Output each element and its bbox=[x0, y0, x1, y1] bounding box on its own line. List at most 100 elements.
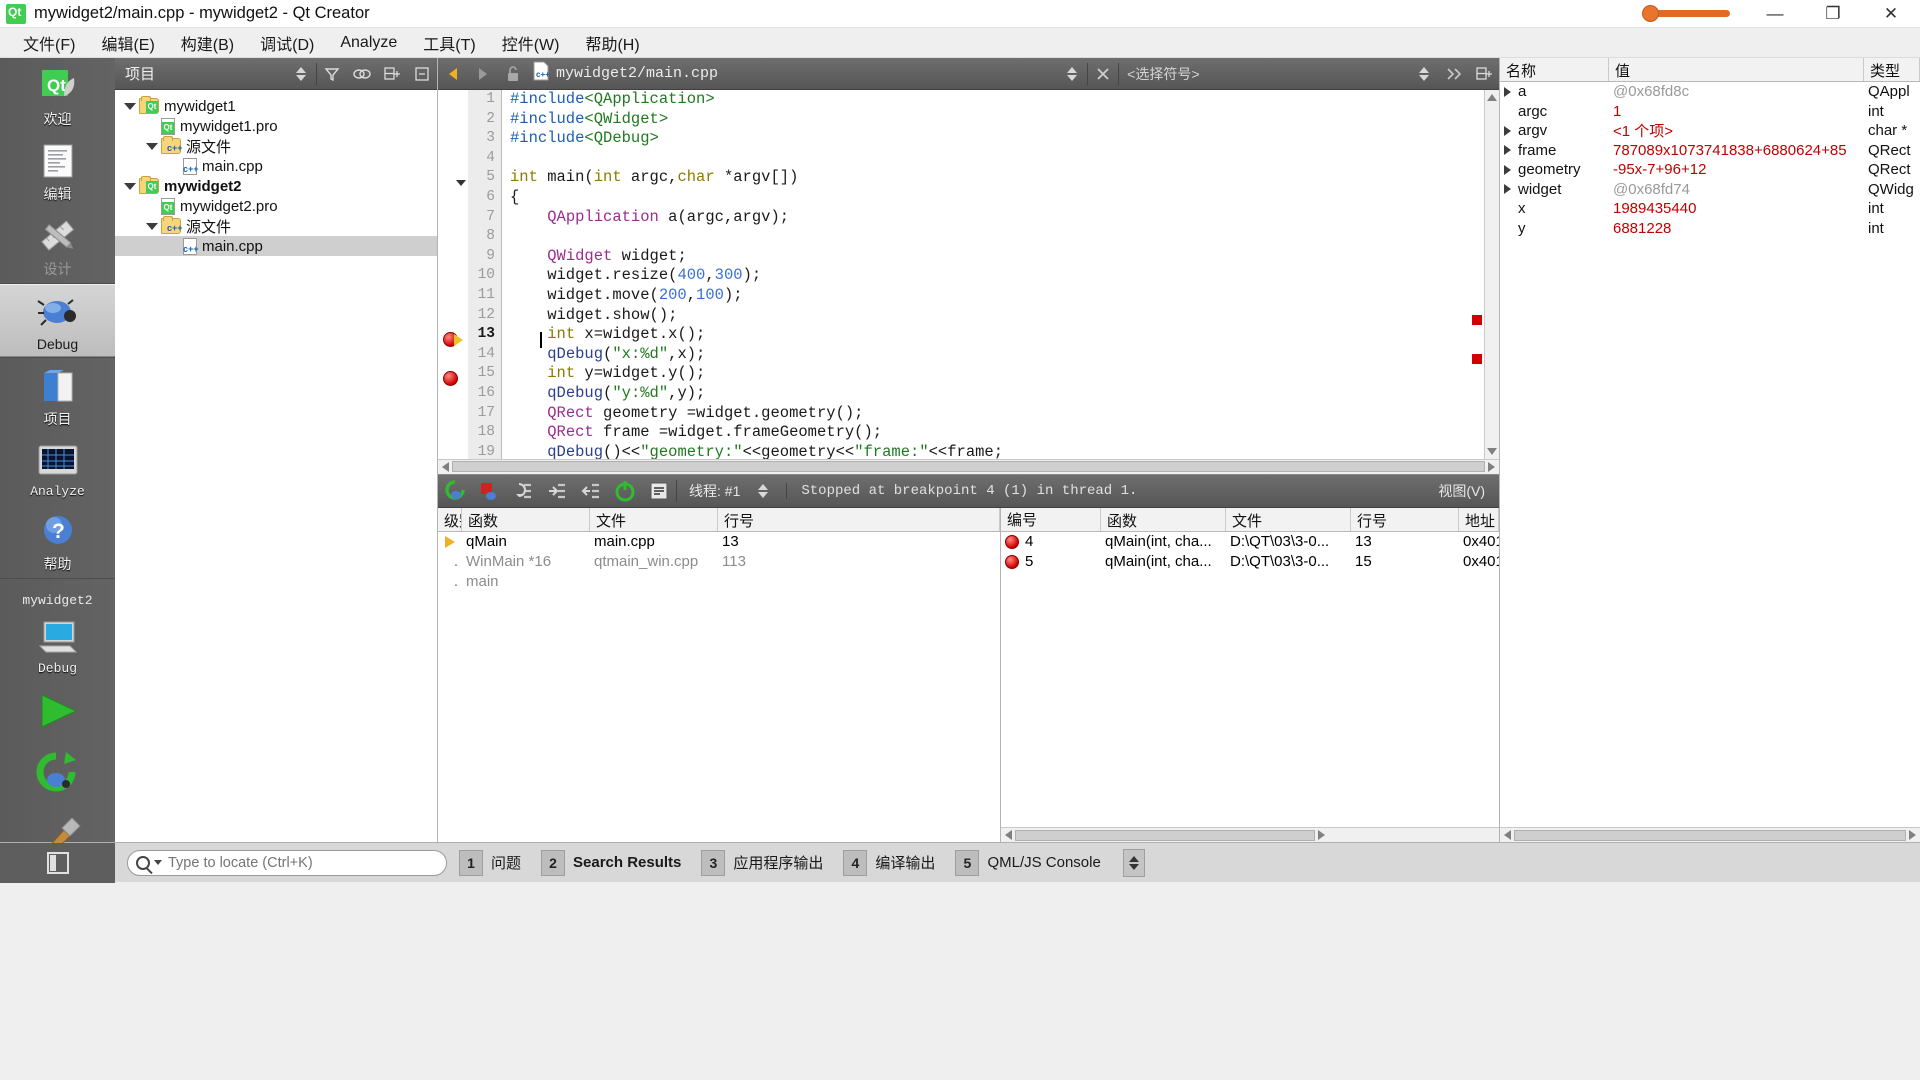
tree-item[interactable]: Qtmywidget1 bbox=[115, 96, 437, 116]
run-button[interactable] bbox=[0, 680, 115, 742]
toggle-sidebar-button[interactable] bbox=[0, 843, 115, 883]
breakpoint-margin[interactable] bbox=[438, 90, 468, 459]
code-line[interactable]: qDebug("y:%d",y); bbox=[510, 384, 1484, 404]
expand-caret-icon[interactable] bbox=[143, 223, 161, 230]
variable-rows[interactable]: a@0x68fd8cQApplargc1intargv<1 个项>char *f… bbox=[1500, 82, 1920, 238]
code-line[interactable]: int x=widget.x(); bbox=[510, 325, 1484, 345]
locator-widget[interactable] bbox=[127, 850, 447, 876]
hscroll-thumb[interactable] bbox=[452, 461, 1485, 472]
code-line[interactable]: widget.move(200,100); bbox=[510, 286, 1484, 306]
breakpoint-dot-icon[interactable] bbox=[1005, 555, 1019, 569]
code-line[interactable]: QApplication a(argc,argv); bbox=[510, 208, 1484, 228]
code-line[interactable]: widget.resize(400,300); bbox=[510, 266, 1484, 286]
bp-scroll-left-icon[interactable] bbox=[1005, 830, 1012, 840]
thread-combo-spinner-icon[interactable] bbox=[746, 474, 780, 508]
variables-hscrollbar[interactable] bbox=[1500, 827, 1920, 842]
back-navigation-icon[interactable] bbox=[438, 58, 468, 90]
var-hscroll-thumb[interactable] bbox=[1514, 830, 1906, 841]
stack-col-level[interactable]: 级别 bbox=[438, 508, 462, 531]
expand-triangle-icon[interactable] bbox=[1500, 165, 1514, 175]
code-line[interactable]: qDebug("x:%d",x); bbox=[510, 345, 1484, 365]
expand-triangle-icon[interactable] bbox=[1500, 126, 1514, 136]
expand-caret-icon[interactable] bbox=[121, 183, 139, 190]
menu-file[interactable]: 文件(F) bbox=[10, 28, 88, 58]
link-editor-icon[interactable] bbox=[347, 58, 377, 90]
expand-triangle-icon[interactable] bbox=[1500, 184, 1514, 194]
variable-row[interactable]: argc1int bbox=[1500, 102, 1920, 122]
tree-item[interactable]: c++main.cpp bbox=[115, 156, 437, 176]
scroll-right-arrow-icon[interactable] bbox=[1488, 462, 1495, 472]
breakpoint-dot-icon[interactable] bbox=[1005, 535, 1019, 549]
var-col-type[interactable]: 类型 bbox=[1864, 58, 1920, 81]
bp-scroll-right-icon[interactable] bbox=[1318, 830, 1325, 840]
step-out-icon[interactable] bbox=[574, 474, 608, 508]
code-line[interactable] bbox=[510, 149, 1484, 169]
symbol-combo-spinner-icon[interactable] bbox=[1409, 58, 1439, 90]
bp-col-line[interactable]: 行号 bbox=[1351, 508, 1459, 531]
tree-item[interactable]: Qtmywidget2 bbox=[115, 176, 437, 196]
split-editor-icon[interactable] bbox=[1469, 58, 1499, 90]
slider-knob[interactable] bbox=[1642, 5, 1659, 22]
close-document-icon[interactable] bbox=[1088, 58, 1118, 90]
symbol-combobox[interactable]: <选择符号> bbox=[1119, 58, 1409, 90]
mode-projects[interactable]: 项目 bbox=[0, 358, 115, 433]
project-tree[interactable]: Qtmywidget1Qtmywidget1.proc++源文件c++main.… bbox=[115, 90, 437, 842]
var-scroll-left-icon[interactable] bbox=[1504, 830, 1511, 840]
variable-row[interactable]: argv<1 个项>char * bbox=[1500, 121, 1920, 141]
bp-col-file[interactable]: 文件 bbox=[1226, 508, 1351, 531]
stop-icon[interactable] bbox=[472, 474, 506, 508]
var-col-value[interactable]: 值 bbox=[1609, 58, 1864, 81]
kit-selector[interactable]: Debug bbox=[0, 610, 115, 680]
code-line[interactable] bbox=[510, 227, 1484, 247]
code-line[interactable]: QWidget widget; bbox=[510, 247, 1484, 267]
mode-design[interactable]: 设计 bbox=[0, 208, 115, 283]
variable-row[interactable]: widget@0x68fd74QWidg bbox=[1500, 180, 1920, 200]
code-editor[interactable]: 1234567891011121314151617181920212223 #i… bbox=[438, 90, 1499, 459]
code-line[interactable]: widget.show(); bbox=[510, 306, 1484, 326]
fold-collapse-icon[interactable] bbox=[456, 180, 466, 186]
debug-run-button[interactable] bbox=[0, 742, 115, 804]
breakpoint-rows[interactable]: 4qMain(int, cha...D:\QT\03\3-0...130x401… bbox=[1001, 532, 1499, 572]
expand-triangle-icon[interactable] bbox=[1500, 87, 1514, 97]
breakpoint-row[interactable]: 5qMain(int, cha...D:\QT\03\3-0...150x401… bbox=[1001, 552, 1499, 572]
breakpoint-row[interactable]: 4qMain(int, cha...D:\QT\03\3-0...130x401… bbox=[1001, 532, 1499, 552]
locator-input[interactable] bbox=[168, 855, 438, 871]
spinner-up-icon[interactable] bbox=[1129, 856, 1139, 862]
variable-row[interactable]: a@0x68fd8cQAppl bbox=[1500, 82, 1920, 102]
menu-help[interactable]: 帮助(H) bbox=[572, 28, 652, 58]
step-over-icon[interactable] bbox=[506, 474, 540, 508]
unlock-icon[interactable] bbox=[498, 58, 528, 90]
minimize-button[interactable]: — bbox=[1746, 0, 1804, 28]
variable-row[interactable]: x1989435440int bbox=[1500, 199, 1920, 219]
chevron-down-icon[interactable] bbox=[154, 860, 162, 865]
spinner-down-icon[interactable] bbox=[1129, 864, 1139, 870]
code-line[interactable]: { bbox=[510, 188, 1484, 208]
breakpoints-hscrollbar[interactable] bbox=[1001, 827, 1499, 842]
step-into-icon[interactable] bbox=[540, 474, 574, 508]
bp-hscroll-thumb[interactable] bbox=[1015, 830, 1315, 841]
continue-icon[interactable] bbox=[438, 474, 472, 508]
pane-spinner-icon[interactable] bbox=[286, 58, 316, 90]
mode-welcome[interactable]: Qt 欢迎 bbox=[0, 58, 115, 133]
stack-frame-row[interactable]: .WinMain *16qtmain_win.cpp113 bbox=[438, 552, 1000, 572]
instruction-view-icon[interactable] bbox=[642, 474, 676, 508]
mode-debug[interactable]: Debug bbox=[0, 284, 115, 357]
breakpoint-marker-icon[interactable] bbox=[443, 371, 458, 386]
tree-item[interactable]: c++源文件 bbox=[115, 216, 437, 236]
stack-col-file[interactable]: 文件 bbox=[590, 508, 718, 531]
output-pane-qmljs-console[interactable]: 5 QML/JS Console bbox=[955, 848, 1108, 878]
bp-col-function[interactable]: 函数 bbox=[1101, 508, 1226, 531]
code-line[interactable]: int main(int argc,char *argv[]) bbox=[510, 168, 1484, 188]
code-text-area[interactable]: #include<QApplication>#include<QWidget>#… bbox=[502, 90, 1484, 459]
output-pane-app-output[interactable]: 3 应用程序输出 bbox=[701, 848, 831, 878]
stack-col-function[interactable]: 函数 bbox=[462, 508, 590, 531]
variable-row[interactable]: y6881228int bbox=[1500, 219, 1920, 239]
var-scroll-right-icon[interactable] bbox=[1909, 830, 1916, 840]
stack-frame-row[interactable]: .main bbox=[438, 572, 1000, 592]
close-pane-icon[interactable] bbox=[407, 58, 437, 90]
stack-col-line[interactable]: 行号 bbox=[718, 508, 1000, 531]
mode-help[interactable]: ? 帮助 bbox=[0, 503, 115, 578]
scroll-up-arrow-icon[interactable] bbox=[1487, 94, 1497, 101]
scroll-down-arrow-icon[interactable] bbox=[1487, 448, 1497, 455]
split-add-icon[interactable] bbox=[377, 58, 407, 90]
